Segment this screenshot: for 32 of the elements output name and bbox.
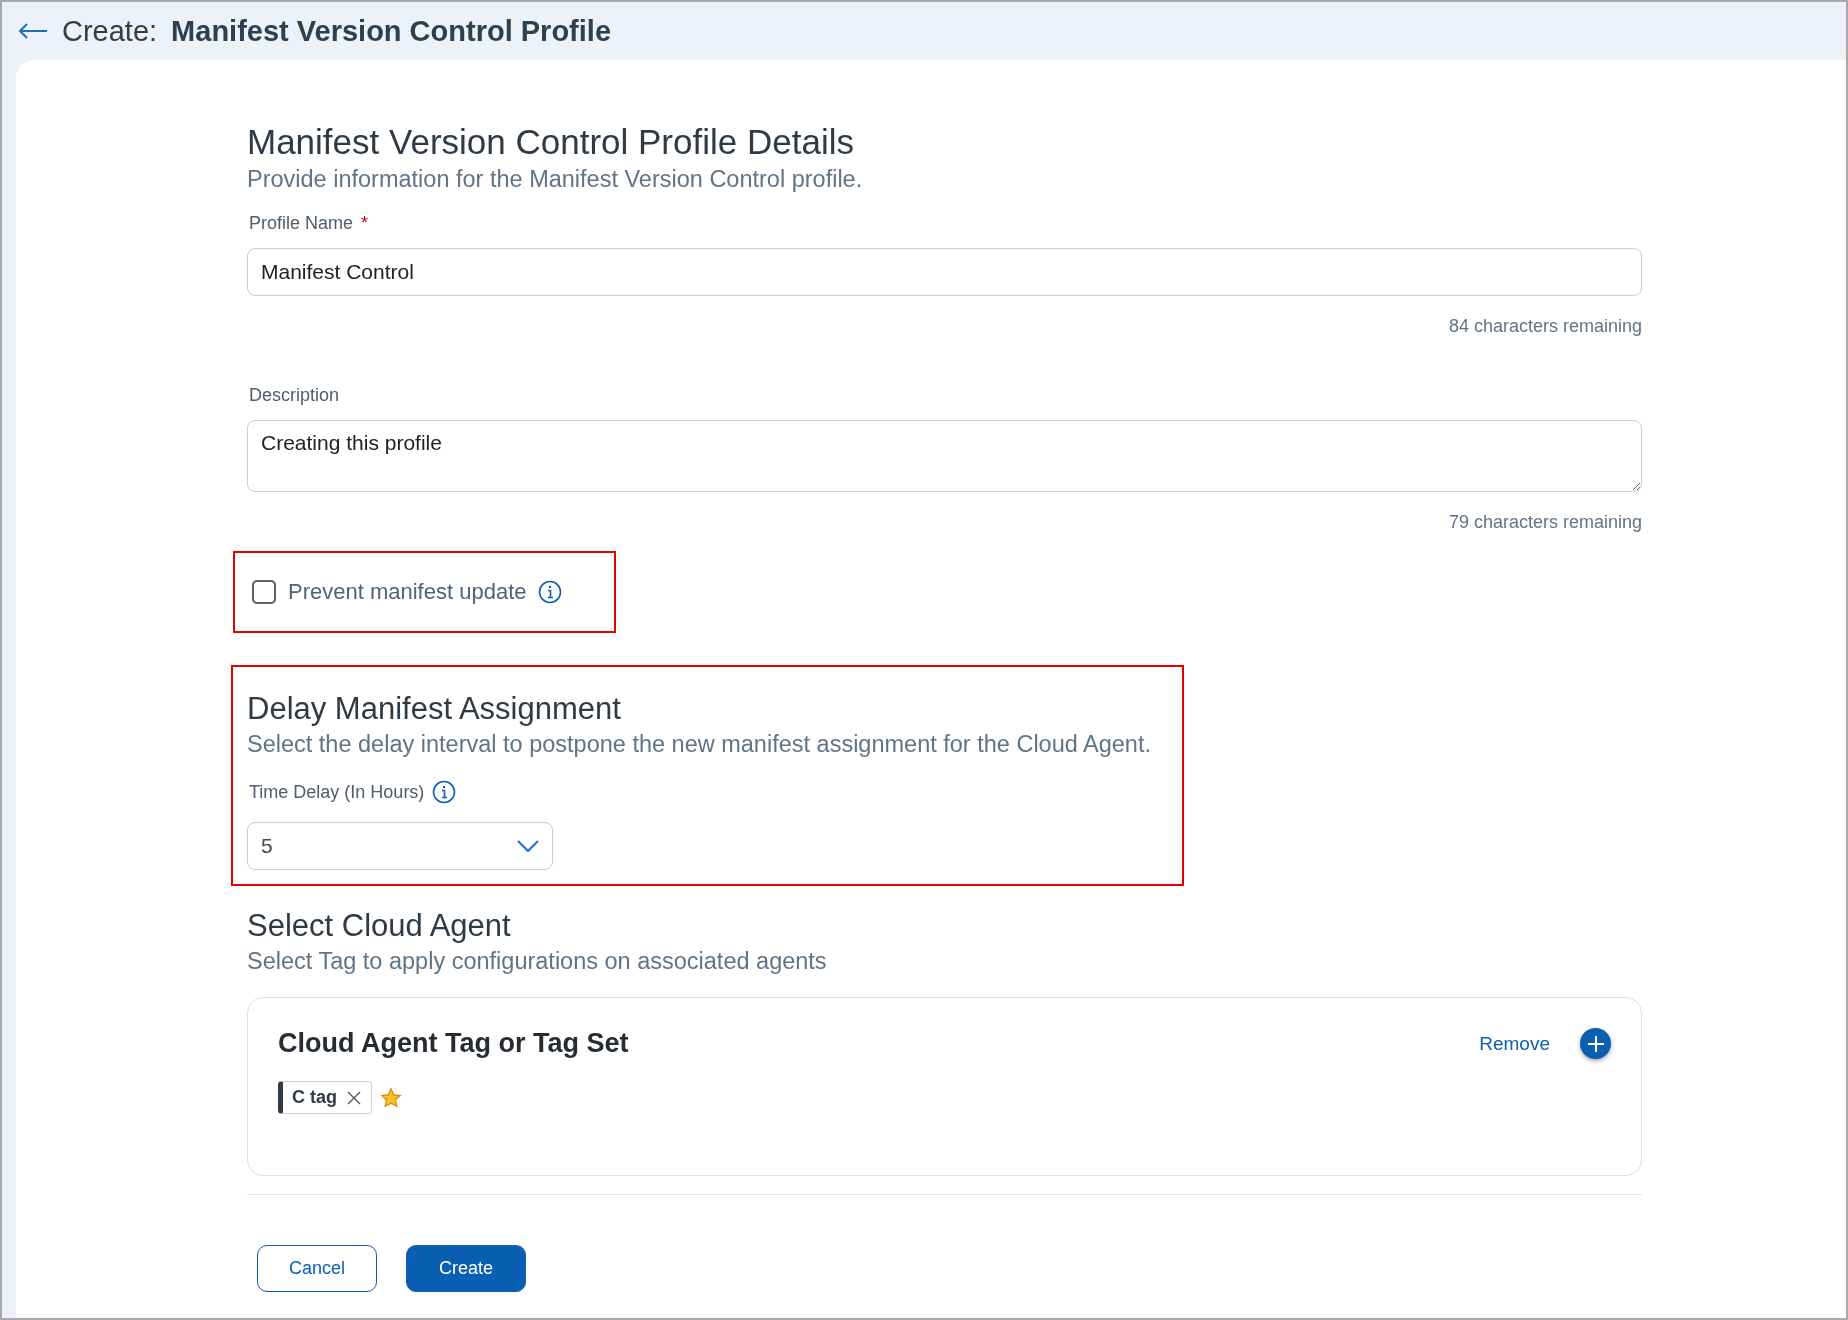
info-icon[interactable] <box>432 780 457 804</box>
profile-name-field[interactable]: Manifest Control <box>247 248 1642 296</box>
required-mark: * <box>361 213 369 234</box>
add-button[interactable] <box>1580 1028 1611 1059</box>
back-arrow-icon[interactable] <box>18 22 48 40</box>
time-delay-dropdown[interactable]: 5 <box>247 822 553 870</box>
checkbox-label: Prevent manifest update <box>288 579 527 605</box>
section-subtitle: Select the delay interval to postpone the new manifest assignment for the Cloud Agent. <box>247 731 1152 758</box>
checkbox[interactable] <box>252 580 276 604</box>
close-icon[interactable] <box>347 1090 361 1105</box>
chevron-down-icon <box>517 840 539 852</box>
tag-label: C tag <box>292 1087 337 1108</box>
field-label: Profile Name <box>249 213 354 234</box>
character-counter: 84 characters remaining <box>1448 316 1642 337</box>
field-label: Time Delay (In Hours) <box>249 781 425 803</box>
section-title: Manifest Version Control Profile Details <box>247 122 855 162</box>
section-title: Delay Manifest Assignment <box>247 691 622 727</box>
star-icon[interactable] <box>380 1086 402 1109</box>
description-field[interactable]: Creating this profile <box>247 420 1642 492</box>
info-icon[interactable] <box>538 580 563 604</box>
section-subtitle: Provide information for the Manifest Version Control profile. <box>247 166 864 193</box>
page-title: Manifest Version Control Profile <box>171 14 611 48</box>
section-subtitle: Select Tag to apply configurations on associated agents <box>247 948 828 975</box>
cancel-button[interactable]: Cancel <box>257 1245 377 1292</box>
create-button[interactable]: Create <box>406 1245 526 1292</box>
page-title-prefix: Create: <box>62 14 158 48</box>
remove-link[interactable]: Remove <box>1479 1032 1550 1055</box>
plus-icon <box>1586 1034 1605 1053</box>
field-label: Description <box>249 385 340 406</box>
section-title: Select Cloud Agent <box>247 908 512 944</box>
card-title: Cloud Agent Tag or Tag Set <box>278 1028 629 1059</box>
character-counter: 79 characters remaining <box>1448 512 1642 533</box>
